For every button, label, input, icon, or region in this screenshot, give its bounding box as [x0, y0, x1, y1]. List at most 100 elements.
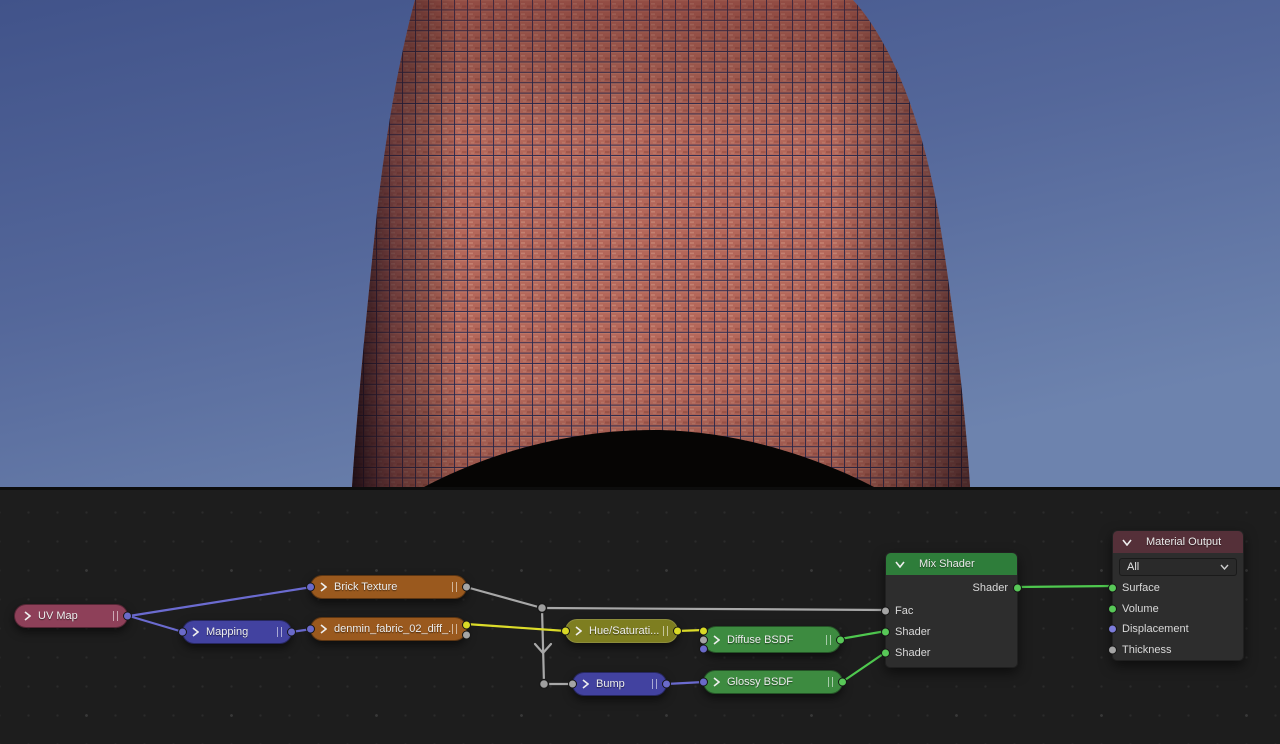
wire-diffuse-to-mix[interactable] — [838, 629, 888, 641]
socket-normal-input[interactable] — [699, 644, 708, 654]
socket-bsdf-output[interactable] — [836, 635, 845, 644]
node-grip-icon — [277, 627, 282, 637]
node-links — [127, 584, 1114, 690]
render-viewport[interactable] — [0, 0, 1280, 487]
input-row-shader1: Shader — [881, 622, 1017, 642]
node-grip-icon — [113, 611, 118, 621]
socket-color-output[interactable] — [673, 626, 682, 636]
reroute-node[interactable] — [536, 602, 548, 614]
expand-chevron-icon[interactable] — [320, 582, 327, 592]
node-bump[interactable]: Bump — [568, 672, 671, 696]
socket-vector-input[interactable] — [306, 624, 315, 634]
node-brick-texture[interactable]: Brick Texture — [306, 575, 471, 599]
socket-normal-output[interactable] — [662, 679, 671, 689]
node-grip-icon — [826, 634, 831, 645]
node-label: Diffuse BSDF — [727, 633, 794, 646]
socket-fac-output[interactable] — [462, 582, 471, 592]
expand-chevron-icon[interactable] — [24, 611, 31, 621]
expand-chevron-icon[interactable] — [713, 677, 720, 687]
input-label: Fac — [895, 605, 914, 617]
socket-thickness-input[interactable] — [1108, 645, 1117, 655]
node-uv-map[interactable]: UV Map — [14, 604, 132, 628]
socket-alpha-output[interactable] — [462, 630, 471, 640]
rendered-scene — [0, 0, 1280, 487]
node-label: Glossy BSDF — [727, 676, 794, 688]
socket-vector-output[interactable] — [287, 627, 296, 637]
socket-uv-output[interactable] — [123, 611, 132, 621]
input-label: Displacement — [1122, 623, 1189, 635]
socket-color-input[interactable] — [561, 626, 570, 636]
node-mapping[interactable]: Mapping — [178, 620, 296, 644]
input-row-surface: Surface — [1108, 578, 1243, 598]
node-grip-icon — [663, 626, 668, 636]
input-label: Surface — [1122, 582, 1160, 594]
expand-chevron-icon[interactable] — [320, 624, 327, 634]
wire-uvmap-to-mapping[interactable] — [127, 614, 185, 634]
node-diffuse-bsdf[interactable]: Diffuse BSDF — [699, 626, 845, 654]
socket-vector-input[interactable] — [306, 582, 315, 592]
socket-normal-input[interactable] — [699, 677, 708, 687]
wire-mix-to-output[interactable] — [1013, 584, 1114, 589]
node-title: Mix Shader — [919, 558, 975, 570]
wire-reroute-to-fac[interactable] — [540, 606, 888, 612]
socket-surface-input[interactable] — [1108, 583, 1117, 593]
collapse-chevron-icon[interactable] — [895, 561, 905, 568]
node-image-texture[interactable]: denmin_fabric_02_diff_... — [306, 617, 471, 641]
expand-chevron-icon[interactable] — [192, 627, 199, 637]
node-hue-saturation[interactable]: Hue/Saturati... — [561, 619, 682, 643]
target-value: All — [1127, 561, 1140, 573]
node-grip-icon — [452, 582, 457, 592]
node-label: UV Map — [38, 610, 78, 622]
socket-shader1-input[interactable] — [881, 627, 890, 637]
node-material-output[interactable]: Material Output All Surface Volume Displ… — [1108, 530, 1244, 661]
blender-window: UV Map Mapping Brick Texture denmin_fabr… — [0, 0, 1280, 744]
socket-height-input[interactable] — [568, 679, 577, 689]
node-grip-icon — [452, 624, 457, 634]
input-label: Shader — [895, 626, 931, 638]
brick-tower — [352, 0, 970, 487]
input-label: Volume — [1122, 603, 1159, 615]
socket-displacement-input[interactable] — [1108, 624, 1117, 634]
wire-bricktexture-to-reroute[interactable] — [464, 585, 544, 610]
input-row-volume: Volume — [1108, 599, 1243, 619]
input-row-fac: Fac — [881, 601, 1017, 621]
reroute-node[interactable] — [538, 678, 550, 690]
socket-shader2-input[interactable] — [881, 648, 890, 658]
node-grip-icon — [652, 679, 657, 689]
socket-fac-input[interactable] — [881, 606, 890, 616]
input-label: Thickness — [1122, 644, 1172, 656]
socket-shader-output[interactable] — [1013, 583, 1022, 593]
wire-reroute-vertical[interactable] — [540, 606, 546, 686]
node-label: Brick Texture — [334, 581, 398, 593]
expand-chevron-icon[interactable] — [582, 679, 589, 689]
node-mix-shader[interactable]: Mix Shader Shader Fac Shader Shader — [881, 552, 1022, 668]
node-label: denmin_fabric_02_diff_... — [334, 623, 452, 635]
chevron-down-icon — [1220, 564, 1229, 570]
node-label: Hue/Saturati... — [589, 625, 660, 637]
wire-direction-arrow-icon — [533, 642, 553, 655]
socket-color-input[interactable] — [699, 626, 708, 636]
input-row-shader2: Shader — [881, 643, 1017, 663]
wire-uvmap-to-bricktexture[interactable] — [127, 585, 314, 618]
wire-glossy-to-mix[interactable] — [840, 650, 888, 684]
socket-color-output[interactable] — [462, 620, 471, 630]
node-grip-icon — [828, 677, 833, 687]
output-row-shader: Shader — [886, 578, 1022, 598]
collapse-chevron-icon[interactable] — [1122, 539, 1132, 546]
material-output-header[interactable]: Material Output — [1113, 531, 1243, 553]
output-label: Shader — [972, 582, 1008, 594]
node-glossy-bsdf[interactable]: Glossy BSDF — [699, 670, 847, 694]
socket-volume-input[interactable] — [1108, 604, 1117, 614]
shader-node-editor[interactable]: UV Map Mapping Brick Texture denmin_fabr… — [0, 490, 1280, 744]
expand-chevron-icon[interactable] — [713, 634, 720, 645]
wire-imagetexture-to-huesat[interactable] — [464, 622, 568, 633]
mix-shader-header[interactable]: Mix Shader — [886, 553, 1017, 575]
socket-vector-input[interactable] — [178, 627, 187, 637]
socket-bsdf-output[interactable] — [838, 677, 847, 687]
input-row-thickness: Thickness — [1108, 640, 1243, 660]
socket-roughness-input[interactable] — [699, 635, 708, 645]
input-label: Shader — [895, 647, 931, 659]
output-target-select[interactable]: All — [1119, 558, 1237, 576]
node-title: Material Output — [1146, 536, 1222, 548]
expand-chevron-icon[interactable] — [575, 626, 582, 636]
